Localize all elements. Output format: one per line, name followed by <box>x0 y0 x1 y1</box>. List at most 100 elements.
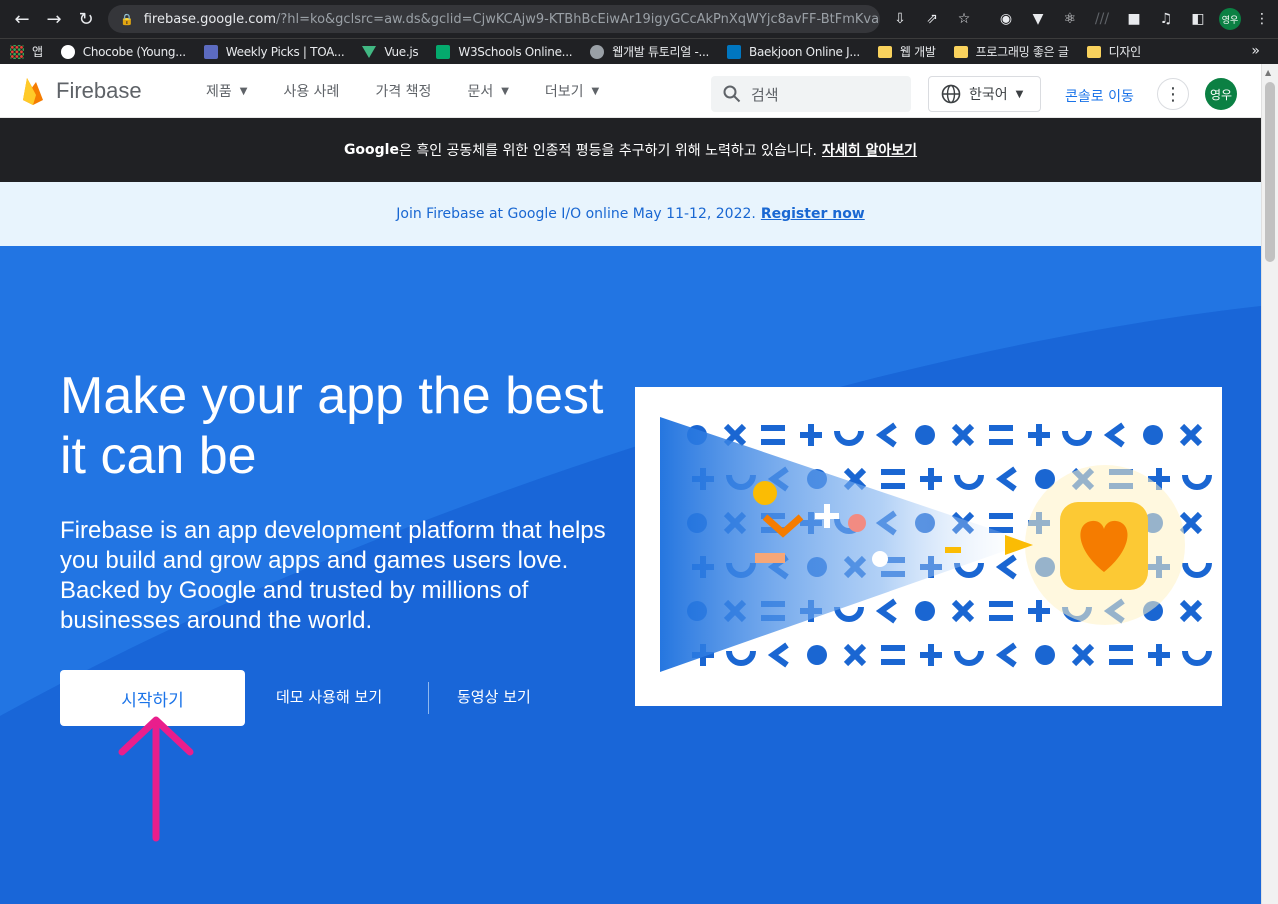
go-to-console-link[interactable]: 콘솔로 이동 <box>1065 86 1134 106</box>
code-icon <box>727 44 742 59</box>
firebase-logo[interactable]: Firebase <box>22 76 142 106</box>
firebase-flame-icon <box>23 78 43 105</box>
address-bar[interactable]: 🔒 firebase.google.com/?hl=ko&gclsrc=aw.d… <box>108 5 880 33</box>
folder-icon <box>1086 45 1101 58</box>
media-queue-icon[interactable]: ♫ <box>1150 0 1182 38</box>
io-text: Join Firebase at Google I/O online May 1… <box>396 206 756 222</box>
github-icon <box>60 44 75 59</box>
scroll-up-arrow-icon[interactable]: ▲ <box>1265 68 1271 77</box>
watch-video-link[interactable]: 동영상 보기 <box>457 686 531 707</box>
bookmark-label: 디자인 <box>1108 45 1142 59</box>
forward-arrow-icon[interactable]: → <box>38 3 70 35</box>
page-scrollbar[interactable]: ▲ <box>1261 64 1278 904</box>
bookmarks-bar: 앱 Chocobe (Young... Weekly Picks | TOA... V… <box>0 38 1278 64</box>
camera-extension-icon[interactable]: ◉ <box>990 0 1022 38</box>
annotation-up-arrow-icon <box>118 716 194 842</box>
language-select[interactable]: 한국어 ▼ <box>928 76 1041 112</box>
nav-item[interactable]: 사용 사례 <box>283 81 339 101</box>
link-divider <box>428 682 429 714</box>
chevron-down-icon: ▼ <box>591 85 600 97</box>
lock-icon: 🔒 <box>120 12 134 26</box>
nav-item-label: 문서 <box>467 84 494 100</box>
bookmark-label: 프로그래밍 좋은 글 <box>975 45 1069 59</box>
back-arrow-icon[interactable]: ← <box>6 3 38 35</box>
bookmark-item[interactable]: Vue.js <box>362 44 419 59</box>
globe-icon <box>590 44 605 59</box>
search-placeholder: 검색 <box>751 85 779 104</box>
equity-text: 은 흑인 공동체를 위한 인종적 평등을 추구하기 위해 노력하고 있습니다. <box>398 143 818 159</box>
nav-item[interactable]: 가격 책정 <box>375 81 431 101</box>
bookmark-label: 웹개발 튜토리얼 -... <box>612 45 710 59</box>
vue-devtools-icon[interactable]: ▼ <box>1022 0 1054 38</box>
puzzle-extensions-icon[interactable]: ■ <box>1118 0 1150 38</box>
language-label: 한국어 <box>969 87 1008 103</box>
hero-description: Firebase is an app development platform … <box>60 517 606 634</box>
bookmark-item[interactable]: Weekly Picks | TOA... <box>203 44 345 59</box>
learn-more-link[interactable]: 자세히 알아보기 <box>822 140 917 160</box>
react-devtools-icon[interactable]: ⚛ <box>1054 0 1086 38</box>
pattern-illustration <box>635 387 1222 706</box>
search-input[interactable]: 검색 <box>711 76 911 112</box>
site-header: Firebase 제품 ▼ 사용 사례 가격 책정 문서 ▼ 더보기 ▼ 검색 한국어 ▼ 콘… <box>0 64 1261 118</box>
bookmark-label: 앱 <box>32 45 43 59</box>
more-options-icon[interactable]: ⋮ <box>1157 78 1189 110</box>
bookmark-label: Chocobe (Young... <box>82 44 186 59</box>
hero-illustration <box>635 387 1222 706</box>
profile-avatar[interactable]: 영우 <box>1214 0 1246 38</box>
bookmark-item[interactable]: W3Schools Online... <box>436 44 573 59</box>
register-now-link[interactable]: Register now <box>761 206 865 222</box>
chevron-down-icon: ▼ <box>501 85 509 97</box>
user-avatar[interactable]: 영우 <box>1205 78 1237 110</box>
w3schools-icon <box>436 44 451 59</box>
browser-menu-icon[interactable]: ⋮ <box>1246 0 1278 38</box>
nav-item[interactable]: 제품 ▼ <box>206 81 247 101</box>
bookmark-label: Baekjoon Online J... <box>749 44 860 59</box>
search-icon <box>723 85 741 103</box>
primary-nav: 제품 ▼ 사용 사례 가격 책정 문서 ▼ 더보기 ▼ <box>206 64 635 118</box>
apps-grid-icon <box>10 44 24 59</box>
url-host: firebase.google.com <box>143 11 276 27</box>
extension-faded-icon[interactable]: /// <box>1086 0 1118 38</box>
racial-equity-banner: Google 은 흑인 공동체를 위한 인종적 평등을 추구하기 위해 노력하고 … <box>0 118 1261 182</box>
bookmark-label: Vue.js <box>384 44 419 59</box>
equity-brand: Google <box>343 142 399 158</box>
logo-text: Firebase <box>56 78 142 103</box>
bookmark-item[interactable]: 웹개발 튜토리얼 -... <box>590 43 709 60</box>
share-icon[interactable]: ⇗ <box>916 0 948 38</box>
scroll-thumb[interactable] <box>1265 82 1275 262</box>
nav-item[interactable]: 더보기 ▼ <box>545 81 599 101</box>
reload-icon[interactable]: ↻ <box>70 3 102 35</box>
bookmark-item[interactable]: 웹 개발 <box>877 43 936 60</box>
vue-icon <box>362 45 377 58</box>
bookmark-label: 웹 개발 <box>899 45 936 59</box>
url-path: /?hl=ko&gclsrc=aw.ds&gclid=CjwKCAjw9-KTB… <box>276 11 880 27</box>
nav-item-label: 제품 <box>206 84 232 100</box>
bookmark-item[interactable]: Chocobe (Young... <box>60 44 186 59</box>
hero-heading: Make your app the best it can be <box>60 367 604 485</box>
bookmark-item[interactable]: 프로그래밍 좋은 글 <box>953 43 1069 60</box>
chevron-down-icon: ▼ <box>239 85 248 97</box>
bookmark-star-icon[interactable]: ☆ <box>948 0 980 38</box>
bookmark-label: W3Schools Online... <box>458 44 573 59</box>
install-icon[interactable]: ⇩ <box>884 0 916 38</box>
globe-icon <box>941 84 961 104</box>
nav-item-label: 가격 책정 <box>375 84 432 100</box>
folder-icon <box>953 45 968 58</box>
toolbar-actions: ⇩ ⇗ ☆ ◉ ▼ ⚛ /// ■ ♫ ◧ 영우 ⋮ <box>884 0 1278 38</box>
more-bookmarks-icon[interactable]: » <box>1251 43 1260 59</box>
nav-item-label: 사용 사례 <box>283 84 340 100</box>
google-io-banner: Join Firebase at Google I/O online May 1… <box>0 182 1261 246</box>
nav-item[interactable]: 문서 ▼ <box>467 81 508 101</box>
chevron-down-icon: ▼ <box>1015 88 1024 100</box>
side-panel-icon[interactable]: ◧ <box>1182 0 1214 38</box>
browser-toolbar: ← → ↻ 🔒 firebase.google.com/?hl=ko&gclsr… <box>0 0 1278 38</box>
nav-item-label: 더보기 <box>544 84 584 100</box>
bookmark-item[interactable]: 앱 <box>10 43 43 60</box>
try-demo-link[interactable]: 데모 사용해 보기 <box>276 686 382 707</box>
ui-badge-icon <box>203 44 218 59</box>
folder-icon <box>877 45 892 58</box>
bookmark-item[interactable]: 디자인 <box>1086 43 1142 60</box>
bookmark-item[interactable]: Baekjoon Online J... <box>727 44 860 59</box>
hero-section: Make your app the best it can be Firebas… <box>0 246 1261 904</box>
bookmark-label: Weekly Picks | TOA... <box>225 44 345 59</box>
